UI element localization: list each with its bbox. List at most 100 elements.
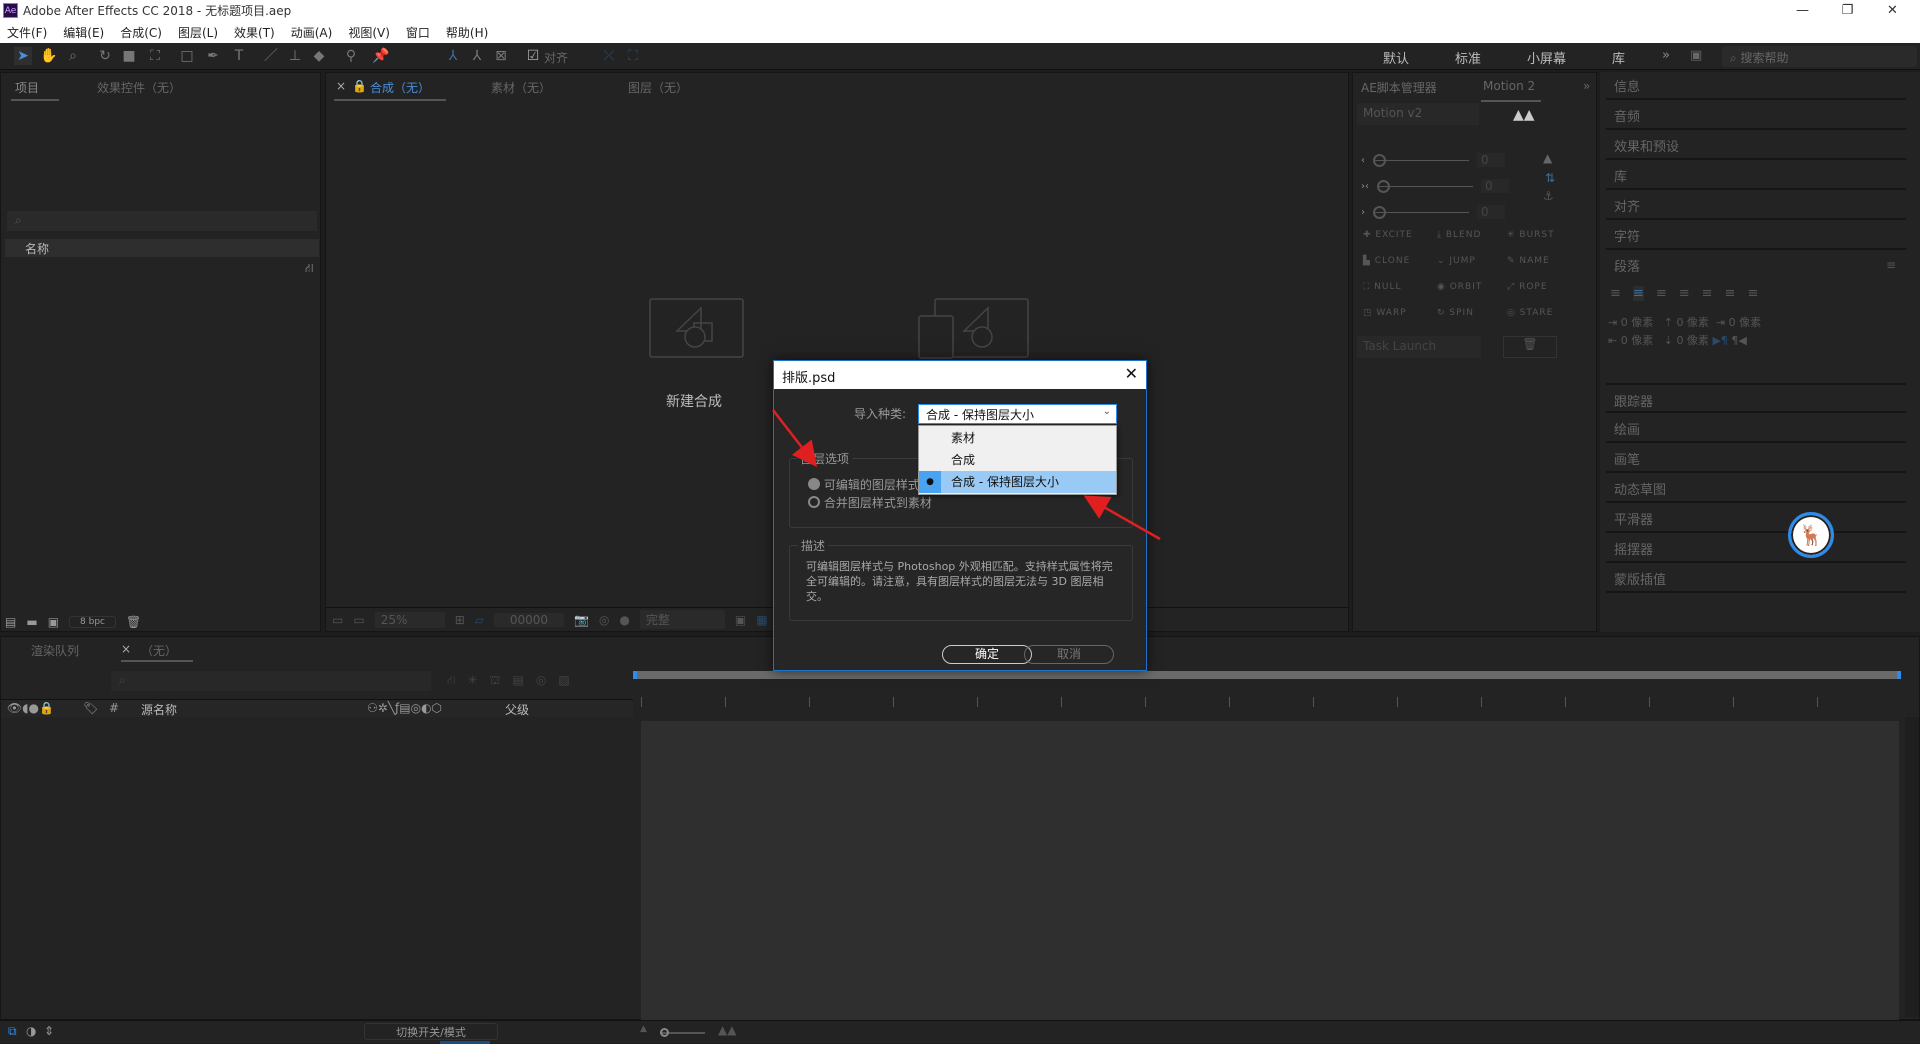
justify-left-icon[interactable]: ≡ <box>1679 286 1690 301</box>
lock-icon[interactable]: 🔒 <box>352 79 367 93</box>
shy-icon[interactable]: ⛫ <box>490 673 501 689</box>
menu-view[interactable]: 视图(V) <box>348 24 390 41</box>
orbit-button[interactable]: ◉ ORBIT <box>1437 282 1482 292</box>
workspace-editor-icon[interactable]: ▣ <box>1690 48 1702 63</box>
tab-render-queue[interactable]: 渲染队列 <box>31 642 79 659</box>
grid-icon[interactable]: ⊞ <box>455 613 465 627</box>
zoom-in-icon[interactable]: ▲▲ <box>718 1023 736 1037</box>
channel-icon[interactable]: ● <box>619 613 629 627</box>
snap-features-icon[interactable]: ⛶ <box>624 47 642 65</box>
region-of-interest-icon[interactable]: ▣ <box>735 613 746 627</box>
new-composition-icon[interactable] <box>649 298 745 360</box>
motion-version-dropdown[interactable]: Motion v2 <box>1357 103 1479 125</box>
radio-editable-layer-styles[interactable]: 可编辑的图层样式 <box>808 476 920 493</box>
clone-button[interactable]: ▙ CLONE <box>1363 256 1410 266</box>
space-after[interactable]: ⇣ 0 像素 <box>1664 334 1709 347</box>
name-button[interactable]: ✎ NAME <box>1507 256 1550 266</box>
panel-character[interactable]: 字符 <box>1606 220 1906 250</box>
anchor-icon[interactable]: ⚓ <box>1543 189 1554 203</box>
project-search-input[interactable]: ⌕ <box>7 211 317 231</box>
eraser-tool-icon[interactable]: ◆ <box>310 47 328 65</box>
monitor-icon[interactable]: ▭ <box>353 613 364 627</box>
tab-footage[interactable]: 素材（无） <box>491 79 551 96</box>
rope-button[interactable]: ⤢ ROPE <box>1507 282 1548 292</box>
stare-button[interactable]: ◎ STARE <box>1507 308 1553 318</box>
text-tool-icon[interactable]: T <box>230 47 248 65</box>
radio-merge-layer-styles[interactable]: 合并图层样式到素材 <box>808 494 932 511</box>
slider-1-value[interactable]: 0 <box>1477 153 1505 167</box>
justify-center-icon[interactable]: ≡ <box>1702 286 1713 301</box>
panel-tracker[interactable]: 跟踪器 <box>1606 383 1906 413</box>
rotate-tool-icon[interactable]: ↻ <box>96 47 114 65</box>
interpret-footage-icon[interactable]: ▤ <box>5 615 16 629</box>
label-icon[interactable]: 🏷 <box>83 701 98 715</box>
align-left-icon[interactable]: ≡ <box>1610 286 1621 301</box>
menu-composition[interactable]: 合成(C) <box>120 24 162 41</box>
import-kind-dropdown[interactable]: 合成 - 保持图层大小 ⌄ <box>918 404 1117 424</box>
swap-icon[interactable]: ⇅ <box>1545 171 1555 185</box>
column-source-name[interactable]: 源名称 <box>141 701 177 718</box>
transparency-grid-icon[interactable]: ▦ <box>756 613 767 627</box>
comp-flowchart-icon[interactable]: ⛙ <box>447 673 455 689</box>
zoom-dropdown[interactable]: 25% <box>374 611 445 628</box>
hand-tool-icon[interactable]: ✋ <box>40 47 58 65</box>
new-folder-icon[interactable]: ▬ <box>26 615 37 629</box>
menu-animation[interactable]: 动画(A) <box>291 24 333 41</box>
delete-button[interactable]: 🗑 <box>1503 336 1557 358</box>
burst-button[interactable]: ✳ BURST <box>1507 230 1555 240</box>
spin-button[interactable]: ↻ SPIN <box>1437 308 1474 318</box>
motion-blur-icon[interactable]: ◎ <box>536 673 546 689</box>
panel-paragraph[interactable]: 段落 <box>1606 250 1906 280</box>
av-features-icons[interactable]: 👁◖●🔒 <box>7 701 54 715</box>
minimize-button[interactable]: — <box>1780 0 1825 21</box>
tab-effect-controls[interactable]: 效果控件（无） <box>97 79 181 96</box>
slider-2[interactable] <box>1377 179 1473 193</box>
ltr-icon[interactable]: ▶¶ <box>1712 334 1727 347</box>
workspace-standard[interactable]: 标准 <box>1455 48 1481 67</box>
work-area-bar[interactable] <box>633 671 1901 679</box>
transfer-controls-toggle-icon[interactable]: ◑ <box>26 1024 36 1038</box>
panel-smoother[interactable]: 平滑器 <box>1606 503 1906 533</box>
pen-tool-icon[interactable]: ✒ <box>204 47 222 65</box>
brush-tool-icon[interactable]: ／ <box>262 47 280 65</box>
timecode[interactable]: 00000 <box>493 612 564 627</box>
menu-file[interactable]: 文件(F) <box>7 24 47 41</box>
timeline-scrollbar[interactable] <box>1905 717 1919 1017</box>
workspace-small-screen[interactable]: 小屏幕 <box>1527 48 1566 67</box>
tab-composition[interactable]: 合成（无） <box>370 79 430 96</box>
panel-mask-interpolation[interactable]: 蒙版插值 <box>1606 563 1906 593</box>
expand-icon[interactable]: » <box>1583 79 1590 93</box>
draft-3d-icon[interactable]: ✳ <box>467 673 477 689</box>
space-before[interactable]: ⇡ 0 像素 <box>1664 316 1709 329</box>
switches-icons[interactable]: ⚇✲╲ƒ▤◎◐⬡ <box>367 701 442 715</box>
mask-visibility-icon[interactable]: ▱ <box>475 613 484 627</box>
frame-blending-icon[interactable]: ▤ <box>513 673 524 689</box>
deer-logo-icon[interactable]: 🦌 <box>1788 512 1834 558</box>
workspace-default[interactable]: 默认 <box>1383 48 1409 67</box>
indent-left[interactable]: ⇥ 0 像素 <box>1608 316 1653 329</box>
tab-layer[interactable]: 图层（无） <box>628 79 688 96</box>
paragraph-menu-icon[interactable]: ≡ <box>1886 258 1896 272</box>
show-snapshot-icon[interactable]: ◎ <box>599 613 609 627</box>
workspace-library[interactable]: 库 <box>1612 48 1625 67</box>
panel-paint[interactable]: 绘画 <box>1606 413 1906 443</box>
slider-1[interactable] <box>1373 153 1469 167</box>
preview-icon[interactable]: ▭ <box>332 613 343 627</box>
tab-project[interactable]: 项目 <box>15 79 39 96</box>
timeline-track-area[interactable] <box>641 721 1899 1021</box>
panel-info[interactable]: 信息 <box>1606 70 1906 100</box>
rtl-icon[interactable]: ¶◀ <box>1731 334 1746 347</box>
ok-button[interactable]: 确定 <box>942 645 1032 664</box>
column-header-name[interactable]: 名称 <box>5 239 319 257</box>
local-axis-icon[interactable]: ⅄ <box>444 47 462 65</box>
menu-layer[interactable]: 图层(L) <box>178 24 218 41</box>
clone-stamp-tool-icon[interactable]: ⊥ <box>286 47 304 65</box>
toggle-switches-modes-button[interactable]: 切换开关/模式 <box>364 1023 498 1040</box>
menu-edit[interactable]: 编辑(E) <box>63 24 104 41</box>
resolution-dropdown[interactable]: 完整 <box>639 610 725 629</box>
option-composition[interactable]: 合成 <box>919 449 1116 471</box>
column-parent[interactable]: 父级 <box>505 701 529 718</box>
panel-wiggler[interactable]: 摇摆器 <box>1606 533 1906 563</box>
task-launch-dropdown[interactable]: Task Launch <box>1357 336 1481 358</box>
menu-help[interactable]: 帮助(H) <box>446 24 488 41</box>
